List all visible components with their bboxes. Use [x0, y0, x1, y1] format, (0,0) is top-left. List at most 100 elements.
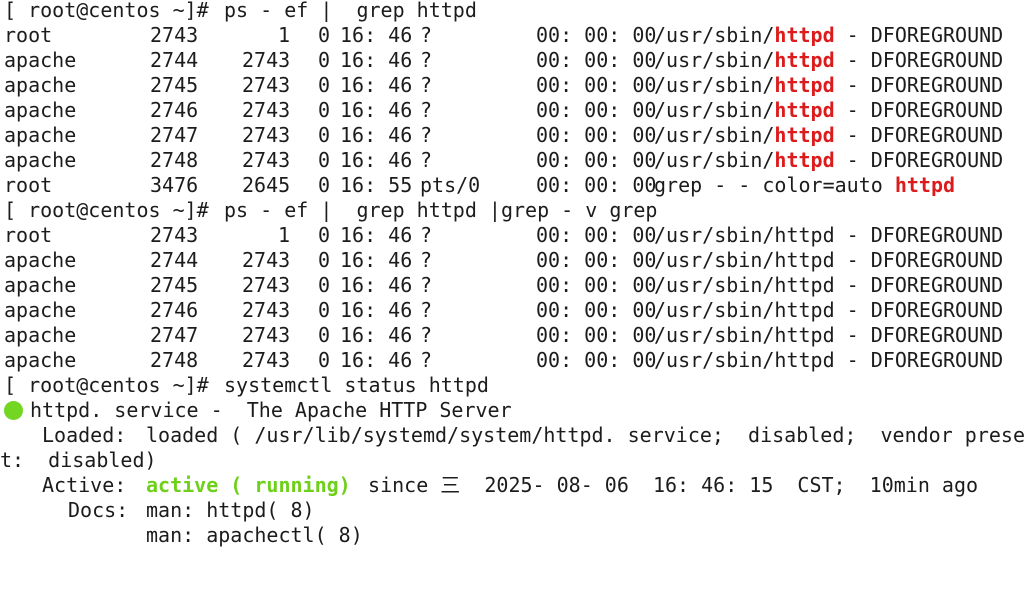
- unit-description: httpd. service - The Apache HTTP Server: [30, 398, 512, 422]
- process-row: apache 2744 2743 0 16: 46? 00: 00: 00/usr/sbi…: [4, 48, 1036, 73]
- process-row: apache 2747 2743 0 16: 46? 00: 00: 00/usr/sbi…: [4, 123, 1036, 148]
- process-ppid: 2743: [242, 323, 291, 347]
- process-time: 00: 00: 00: [536, 248, 657, 272]
- status-dot-icon: [4, 401, 23, 420]
- status-loaded-wrap-line: t: disabled): [0, 448, 1036, 473]
- process-time: 00: 00: 00: [536, 173, 657, 197]
- process-stime: 16: 46: [340, 23, 413, 47]
- process-cpu: 0: [318, 23, 331, 47]
- process-pid: 2746: [150, 98, 199, 122]
- process-cpu: 0: [318, 298, 331, 322]
- grep-match-highlight: httpd: [774, 23, 835, 47]
- process-ppid: 1: [278, 23, 291, 47]
- command-path: /usr/sbin/: [654, 23, 775, 47]
- process-time: 00: 00: 00: [536, 123, 657, 147]
- process-stime: 16: 46: [340, 348, 413, 372]
- process-tty: ?: [420, 248, 433, 272]
- process-cpu: 0: [318, 173, 331, 197]
- process-row: apache 2744 2743 0 16: 46? 00: 00: 00/usr/sbi…: [4, 248, 1036, 273]
- process-command: /usr/sbin/httpd - DFOREGROUND: [654, 148, 1003, 173]
- process-row: apache 2745 2743 0 16: 46? 00: 00: 00/usr/sbi…: [4, 73, 1036, 98]
- process-pid: 2743: [150, 23, 199, 47]
- command-path: /usr/sbin/: [654, 48, 775, 72]
- process-stime: 16: 46: [340, 148, 413, 172]
- process-user: apache: [4, 148, 77, 172]
- command-text: ps - ef | grep httpd: [224, 0, 477, 22]
- process-pid: 3476: [150, 173, 199, 197]
- process-time: 00: 00: 00: [536, 348, 657, 372]
- docs-label: Docs:: [68, 498, 129, 522]
- process-row: apache 2745 2743 0 16: 46? 00: 00: 00/usr/sbi…: [4, 273, 1036, 298]
- process-time: 00: 00: 00: [536, 273, 657, 297]
- process-command: /usr/sbin/httpd - DFOREGROUND: [654, 23, 1003, 48]
- command-text: systemctl status httpd: [224, 373, 489, 397]
- docs-entry: man: apachectl( 8): [146, 523, 363, 547]
- terminal-window[interactable]: [ root@centos ~]# ps - ef | grep httpd r…: [0, 0, 1036, 547]
- process-command: grep - - color=auto httpd: [654, 173, 955, 198]
- status-unit-line: httpd. service - The Apache HTTP Server: [4, 398, 1036, 423]
- process-tty: ?: [420, 73, 433, 97]
- process-pid: 2744: [150, 48, 199, 72]
- prompt-line: [ root@centos ~]# ps - ef | grep httpd |…: [4, 198, 1036, 223]
- process-time: 00: 00: 00: [536, 148, 657, 172]
- process-ppid: 2743: [242, 248, 291, 272]
- process-tty: ?: [420, 48, 433, 72]
- process-pid: 2746: [150, 298, 199, 322]
- process-cpu: 0: [318, 348, 331, 372]
- process-time: 00: 00: 00: [536, 23, 657, 47]
- prompt-line: [ root@centos ~]# ps - ef | grep httpd: [4, 0, 1036, 23]
- process-pid: 2744: [150, 248, 199, 272]
- command-path: grep - - color=auto: [654, 173, 895, 197]
- process-command: /usr/sbin/httpd - DFOREGROUND: [654, 48, 1003, 73]
- process-ppid: 2743: [242, 273, 291, 297]
- prompt: [ root@centos ~]#: [4, 0, 221, 22]
- process-ppid: 2743: [242, 48, 291, 72]
- process-stime: 16: 46: [340, 323, 413, 347]
- process-row: apache 2748 2743 0 16: 46? 00: 00: 00/usr/sbi…: [4, 148, 1036, 173]
- status-loaded-line: Loaded: loaded ( /usr/lib/systemd/system…: [4, 423, 1036, 448]
- process-tty: ?: [420, 148, 433, 172]
- process-command: /usr/sbin/httpd - DFOREGROUND: [654, 123, 1003, 148]
- grep-match-highlight: httpd: [894, 173, 956, 197]
- loaded-value: loaded ( /usr/lib/systemd/system/httpd. …: [146, 423, 1025, 447]
- process-tty: ?: [420, 348, 433, 372]
- command-args: - DFOREGROUND: [834, 73, 1004, 97]
- process-user: apache: [4, 248, 77, 272]
- process-cpu: 0: [318, 223, 331, 247]
- process-row: apache 2747 2743 0 16: 46? 00: 00: 00/usr/sbi…: [4, 323, 1036, 348]
- process-row: apache 2748 2743 0 16: 46? 00: 00: 00/usr/sbi…: [4, 348, 1036, 373]
- process-cpu: 0: [318, 98, 331, 122]
- process-stime: 16: 46: [340, 123, 413, 147]
- process-user: apache: [4, 323, 77, 347]
- process-ppid: 2743: [242, 73, 291, 97]
- command-path: /usr/sbin/: [654, 98, 775, 122]
- loaded-value-wrap: t: disabled): [0, 448, 157, 472]
- grep-match-highlight: httpd: [774, 98, 835, 122]
- process-user: apache: [4, 348, 77, 372]
- process-time: 00: 00: 00: [536, 48, 657, 72]
- process-user: apache: [4, 298, 77, 322]
- grep-match-highlight: httpd: [774, 148, 835, 172]
- command-args: - DFOREGROUND: [834, 48, 1004, 72]
- process-ppid: 2645: [242, 173, 291, 197]
- prompt: [ root@centos ~]#: [4, 373, 221, 397]
- grep-match-highlight: httpd: [774, 48, 835, 72]
- process-command: /usr/sbin/httpd - DFOREGROUND: [654, 223, 1004, 247]
- active-label: Active:: [42, 473, 127, 497]
- process-time: 00: 00: 00: [536, 98, 657, 122]
- process-stime: 16: 46: [340, 223, 413, 247]
- process-cpu: 0: [318, 248, 331, 272]
- process-user: apache: [4, 48, 77, 72]
- process-cpu: 0: [318, 148, 331, 172]
- process-cpu: 0: [318, 48, 331, 72]
- process-ppid: 1: [278, 223, 291, 247]
- process-time: 00: 00: 00: [536, 223, 657, 247]
- process-stime: 16: 46: [340, 73, 413, 97]
- command-path: /usr/sbin/: [654, 73, 775, 97]
- prompt: [ root@centos ~]#: [4, 198, 221, 222]
- process-command: /usr/sbin/httpd - DFOREGROUND: [654, 248, 1004, 272]
- process-tty: pts/0: [420, 173, 481, 197]
- process-pid: 2743: [150, 223, 199, 247]
- command-args: - DFOREGROUND: [834, 148, 1004, 172]
- status-docs-line: man: apachectl( 8): [4, 523, 1036, 548]
